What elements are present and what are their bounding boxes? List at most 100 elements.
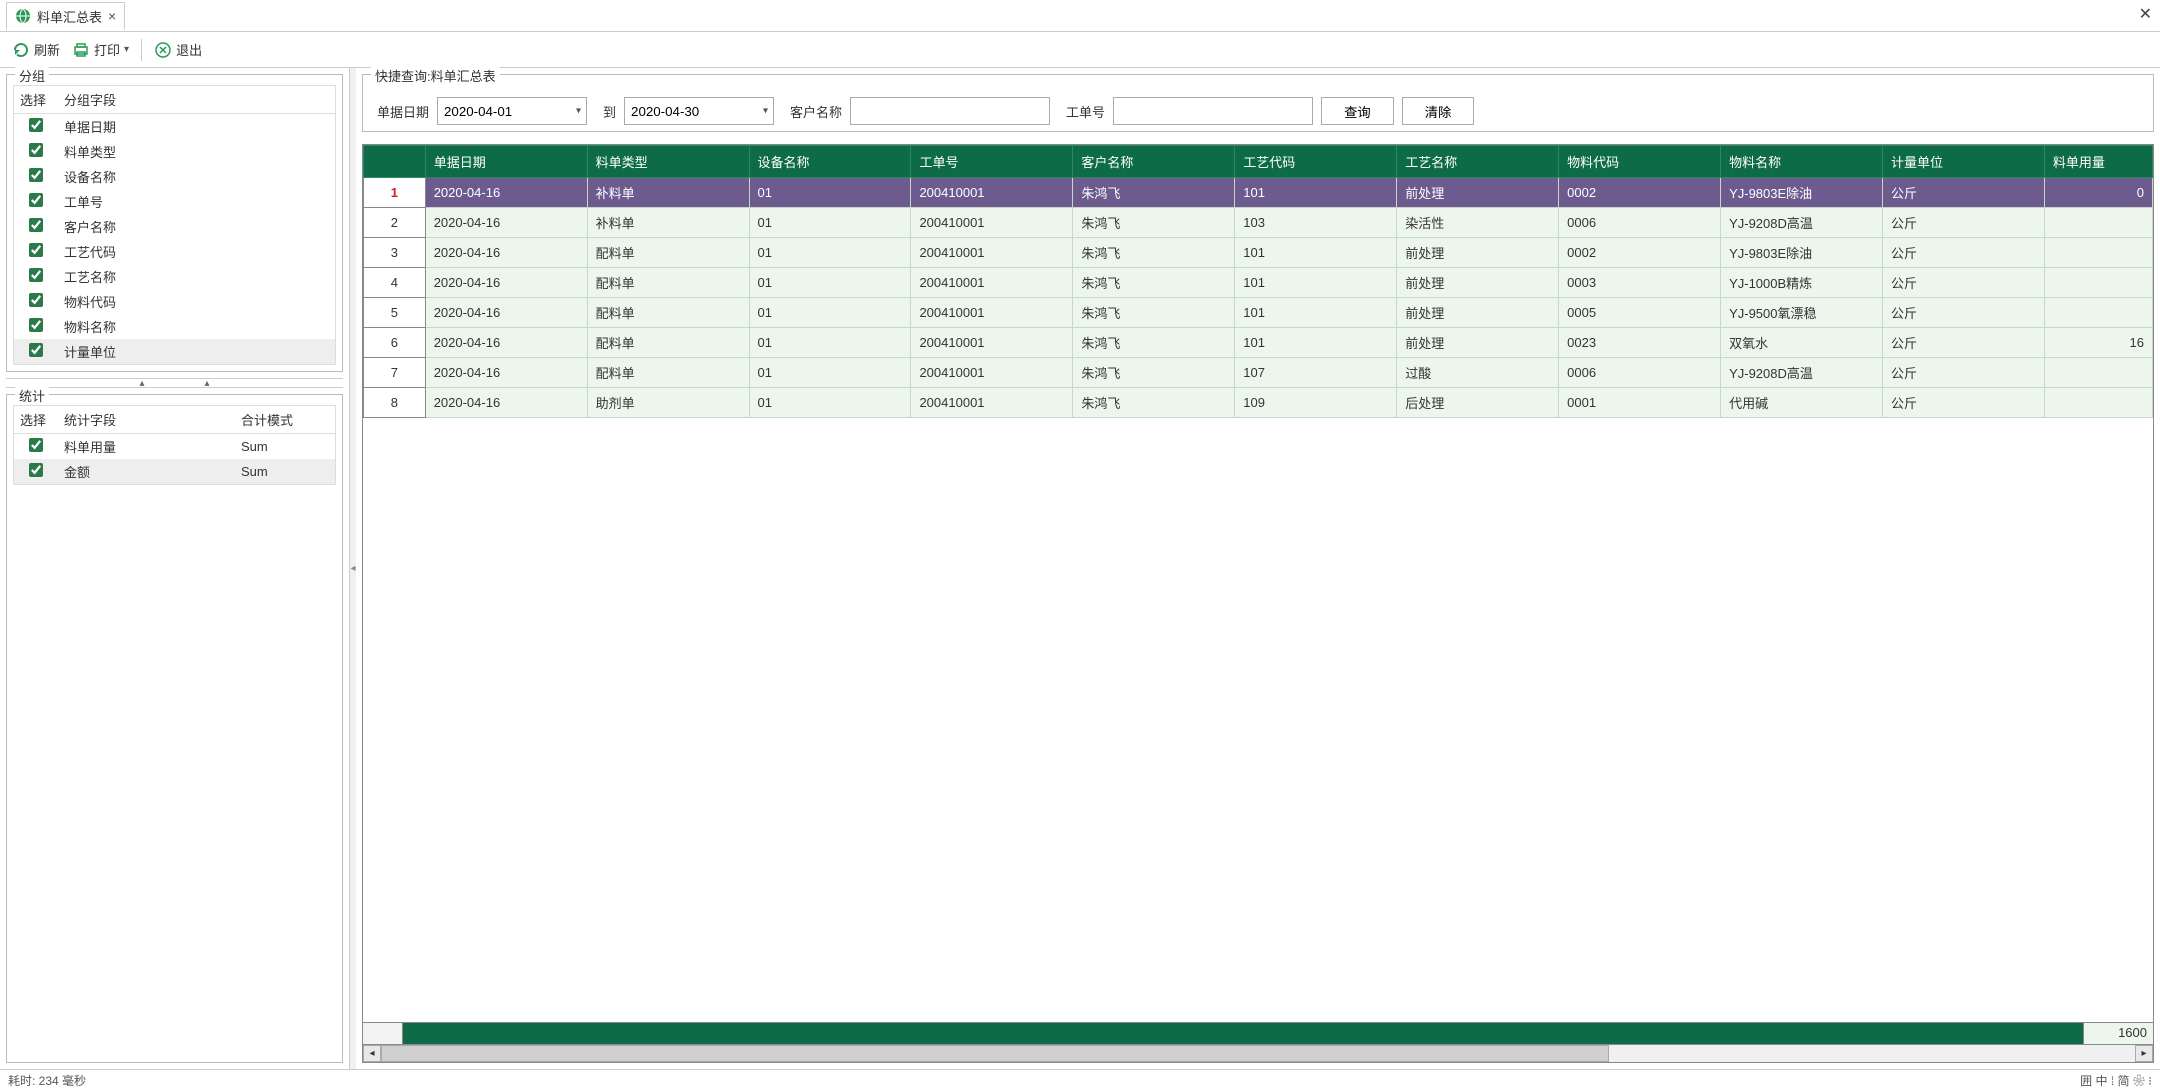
table-cell[interactable]: 2020-04-16 bbox=[425, 208, 587, 238]
column-header[interactable]: 单据日期 bbox=[425, 146, 587, 178]
exit-button[interactable]: 退出 bbox=[150, 38, 206, 61]
table-cell[interactable]: 01 bbox=[749, 388, 911, 418]
group-row[interactable]: 物料代码 bbox=[14, 289, 335, 314]
table-cell[interactable]: 公斤 bbox=[1882, 208, 2044, 238]
group-row[interactable]: 工单号 bbox=[14, 189, 335, 214]
table-row[interactable]: 72020-04-16配料单01200410001朱鸿飞107过酸0006YJ-… bbox=[364, 358, 2153, 388]
table-cell[interactable]: 107 bbox=[1235, 358, 1397, 388]
group-checkbox[interactable] bbox=[29, 293, 43, 307]
table-cell[interactable]: 109 bbox=[1235, 388, 1397, 418]
table-cell[interactable]: 16 bbox=[2044, 328, 2152, 358]
table-cell[interactable]: 前处理 bbox=[1397, 178, 1559, 208]
work-input[interactable] bbox=[1113, 97, 1313, 125]
table-cell[interactable]: 200410001 bbox=[911, 178, 1073, 208]
column-header[interactable]: 客户名称 bbox=[1073, 146, 1235, 178]
stat-row[interactable]: 金额Sum bbox=[14, 459, 335, 484]
table-cell[interactable]: 前处理 bbox=[1397, 238, 1559, 268]
table-cell[interactable]: 101 bbox=[1235, 328, 1397, 358]
row-number[interactable]: 5 bbox=[364, 298, 426, 328]
table-cell[interactable]: 01 bbox=[749, 328, 911, 358]
tab-active[interactable]: 料单汇总表 × bbox=[6, 2, 125, 30]
table-cell[interactable]: 公斤 bbox=[1882, 358, 2044, 388]
table-cell[interactable]: YJ-9803E除油 bbox=[1721, 178, 1883, 208]
table-cell[interactable]: 101 bbox=[1235, 268, 1397, 298]
print-button[interactable]: 打印 ▾ bbox=[68, 38, 133, 61]
customer-input[interactable] bbox=[850, 97, 1050, 125]
group-checkbox[interactable] bbox=[29, 243, 43, 257]
scroll-right-icon[interactable]: ▸ bbox=[2135, 1045, 2153, 1062]
table-cell[interactable]: 200410001 bbox=[911, 238, 1073, 268]
table-cell[interactable]: 01 bbox=[749, 298, 911, 328]
column-header[interactable]: 料单类型 bbox=[587, 146, 749, 178]
table-row[interactable]: 52020-04-16配料单01200410001朱鸿飞101前处理0005YJ… bbox=[364, 298, 2153, 328]
table-cell[interactable] bbox=[2044, 268, 2152, 298]
table-row[interactable]: 32020-04-16配料单01200410001朱鸿飞101前处理0002YJ… bbox=[364, 238, 2153, 268]
group-row[interactable]: 单据日期 bbox=[14, 114, 335, 139]
table-scroll[interactable]: 单据日期料单类型设备名称工单号客户名称工艺代码工艺名称物料代码物料名称计量单位料… bbox=[363, 145, 2153, 1022]
stat-row[interactable]: 料单用量Sum bbox=[14, 434, 335, 459]
table-cell[interactable]: 200410001 bbox=[911, 388, 1073, 418]
table-cell[interactable]: 朱鸿飞 bbox=[1073, 238, 1235, 268]
group-checkbox[interactable] bbox=[29, 168, 43, 182]
clear-button[interactable]: 清除 bbox=[1402, 97, 1475, 125]
close-icon[interactable]: × bbox=[108, 8, 116, 24]
table-row[interactable]: 22020-04-16补料单01200410001朱鸿飞103染活性0006YJ… bbox=[364, 208, 2153, 238]
table-row[interactable]: 12020-04-16补料单01200410001朱鸿飞101前处理0002YJ… bbox=[364, 178, 2153, 208]
table-cell[interactable]: 0006 bbox=[1559, 358, 1721, 388]
table-cell[interactable]: YJ-9208D高温 bbox=[1721, 358, 1883, 388]
table-cell[interactable]: 公斤 bbox=[1882, 268, 2044, 298]
table-cell[interactable]: 朱鸿飞 bbox=[1073, 178, 1235, 208]
table-cell[interactable]: 配料单 bbox=[587, 298, 749, 328]
table-cell[interactable]: YJ-1000B精炼 bbox=[1721, 268, 1883, 298]
table-cell[interactable]: 0002 bbox=[1559, 178, 1721, 208]
group-checkbox[interactable] bbox=[29, 193, 43, 207]
group-row[interactable]: 工艺名称 bbox=[14, 264, 335, 289]
table-cell[interactable]: 配料单 bbox=[587, 268, 749, 298]
table-cell[interactable]: 前处理 bbox=[1397, 298, 1559, 328]
table-cell[interactable]: 0005 bbox=[1559, 298, 1721, 328]
group-row[interactable]: 设备名称 bbox=[14, 164, 335, 189]
table-cell[interactable]: 朱鸿飞 bbox=[1073, 388, 1235, 418]
group-row[interactable]: 计量单位 bbox=[14, 339, 335, 364]
table-cell[interactable]: 染活性 bbox=[1397, 208, 1559, 238]
group-checkbox[interactable] bbox=[29, 218, 43, 232]
table-cell[interactable]: 0023 bbox=[1559, 328, 1721, 358]
table-cell[interactable] bbox=[2044, 238, 2152, 268]
table-cell[interactable]: 200410001 bbox=[911, 358, 1073, 388]
table-cell[interactable] bbox=[2044, 388, 2152, 418]
table-cell[interactable]: 双氧水 bbox=[1721, 328, 1883, 358]
table-cell[interactable]: 200410001 bbox=[911, 328, 1073, 358]
table-cell[interactable] bbox=[2044, 208, 2152, 238]
group-row[interactable]: 工艺代码 bbox=[14, 239, 335, 264]
table-cell[interactable]: 2020-04-16 bbox=[425, 178, 587, 208]
table-cell[interactable]: 朱鸿飞 bbox=[1073, 328, 1235, 358]
table-cell[interactable]: 公斤 bbox=[1882, 328, 2044, 358]
scroll-left-icon[interactable]: ◂ bbox=[363, 1045, 381, 1062]
table-cell[interactable] bbox=[2044, 298, 2152, 328]
table-cell[interactable]: 2020-04-16 bbox=[425, 328, 587, 358]
table-cell[interactable]: 公斤 bbox=[1882, 388, 2044, 418]
query-button[interactable]: 查询 bbox=[1321, 97, 1394, 125]
group-row[interactable]: 料单类型 bbox=[14, 139, 335, 164]
table-cell[interactable]: 0 bbox=[2044, 178, 2152, 208]
table-cell[interactable]: 朱鸿飞 bbox=[1073, 268, 1235, 298]
group-checkbox[interactable] bbox=[29, 268, 43, 282]
table-cell[interactable]: 01 bbox=[749, 268, 911, 298]
table-row[interactable]: 62020-04-16配料单01200410001朱鸿飞101前处理0023双氧… bbox=[364, 328, 2153, 358]
table-cell[interactable]: 公斤 bbox=[1882, 238, 2044, 268]
table-cell[interactable]: 101 bbox=[1235, 238, 1397, 268]
table-cell[interactable]: 01 bbox=[749, 358, 911, 388]
table-cell[interactable]: 2020-04-16 bbox=[425, 358, 587, 388]
row-number[interactable]: 8 bbox=[364, 388, 426, 418]
column-header[interactable]: 物料名称 bbox=[1721, 146, 1883, 178]
table-cell[interactable]: 101 bbox=[1235, 178, 1397, 208]
table-cell[interactable]: 2020-04-16 bbox=[425, 388, 587, 418]
table-cell[interactable]: 2020-04-16 bbox=[425, 238, 587, 268]
table-cell[interactable]: 2020-04-16 bbox=[425, 298, 587, 328]
date-from-input[interactable] bbox=[437, 97, 587, 125]
table-cell[interactable]: 过酸 bbox=[1397, 358, 1559, 388]
column-header[interactable]: 工艺名称 bbox=[1397, 146, 1559, 178]
table-cell[interactable]: 01 bbox=[749, 208, 911, 238]
table-cell[interactable]: 补料单 bbox=[587, 208, 749, 238]
date-to-input[interactable] bbox=[624, 97, 774, 125]
